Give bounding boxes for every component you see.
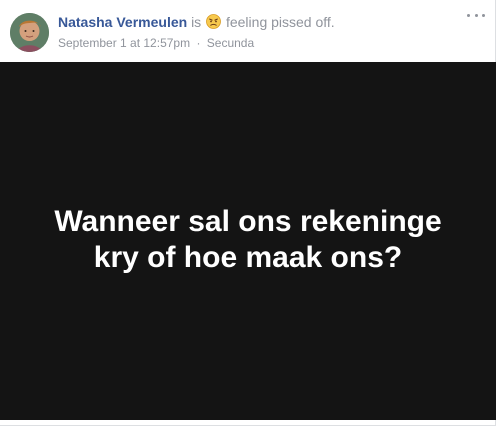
is-word: is	[191, 14, 202, 30]
post-author-line: Natasha Vermeulen is feeling pissed off.	[58, 14, 335, 30]
more-dot	[482, 13, 485, 17]
post-header: Natasha Vermeulen is feeling pissed off.…	[0, 0, 495, 62]
author-name-link[interactable]: Natasha Vermeulen	[58, 14, 187, 30]
facebook-post: Natasha Vermeulen is feeling pissed off.…	[0, 0, 496, 426]
avatar-photo	[10, 13, 49, 52]
post-meta: September 1 at 12:57pm · Secunda	[58, 36, 254, 50]
feeling-text: feeling pissed off.	[225, 14, 335, 30]
post-image-text-card[interactable]: Wanneer sal ons rekeninge kry of hoe maa…	[0, 62, 496, 420]
author-avatar[interactable]	[10, 13, 49, 52]
angry-emoji-icon	[206, 14, 221, 29]
more-options-icon[interactable]	[467, 8, 485, 22]
more-dot	[467, 13, 470, 17]
more-dot	[474, 13, 478, 17]
post-image-text: Wanneer sal ons rekeninge kry of hoe maa…	[54, 205, 442, 274]
post-timestamp[interactable]: September 1 at 12:57pm	[58, 36, 190, 50]
post-location[interactable]: Secunda	[207, 36, 254, 50]
meta-separator: ·	[196, 36, 201, 50]
